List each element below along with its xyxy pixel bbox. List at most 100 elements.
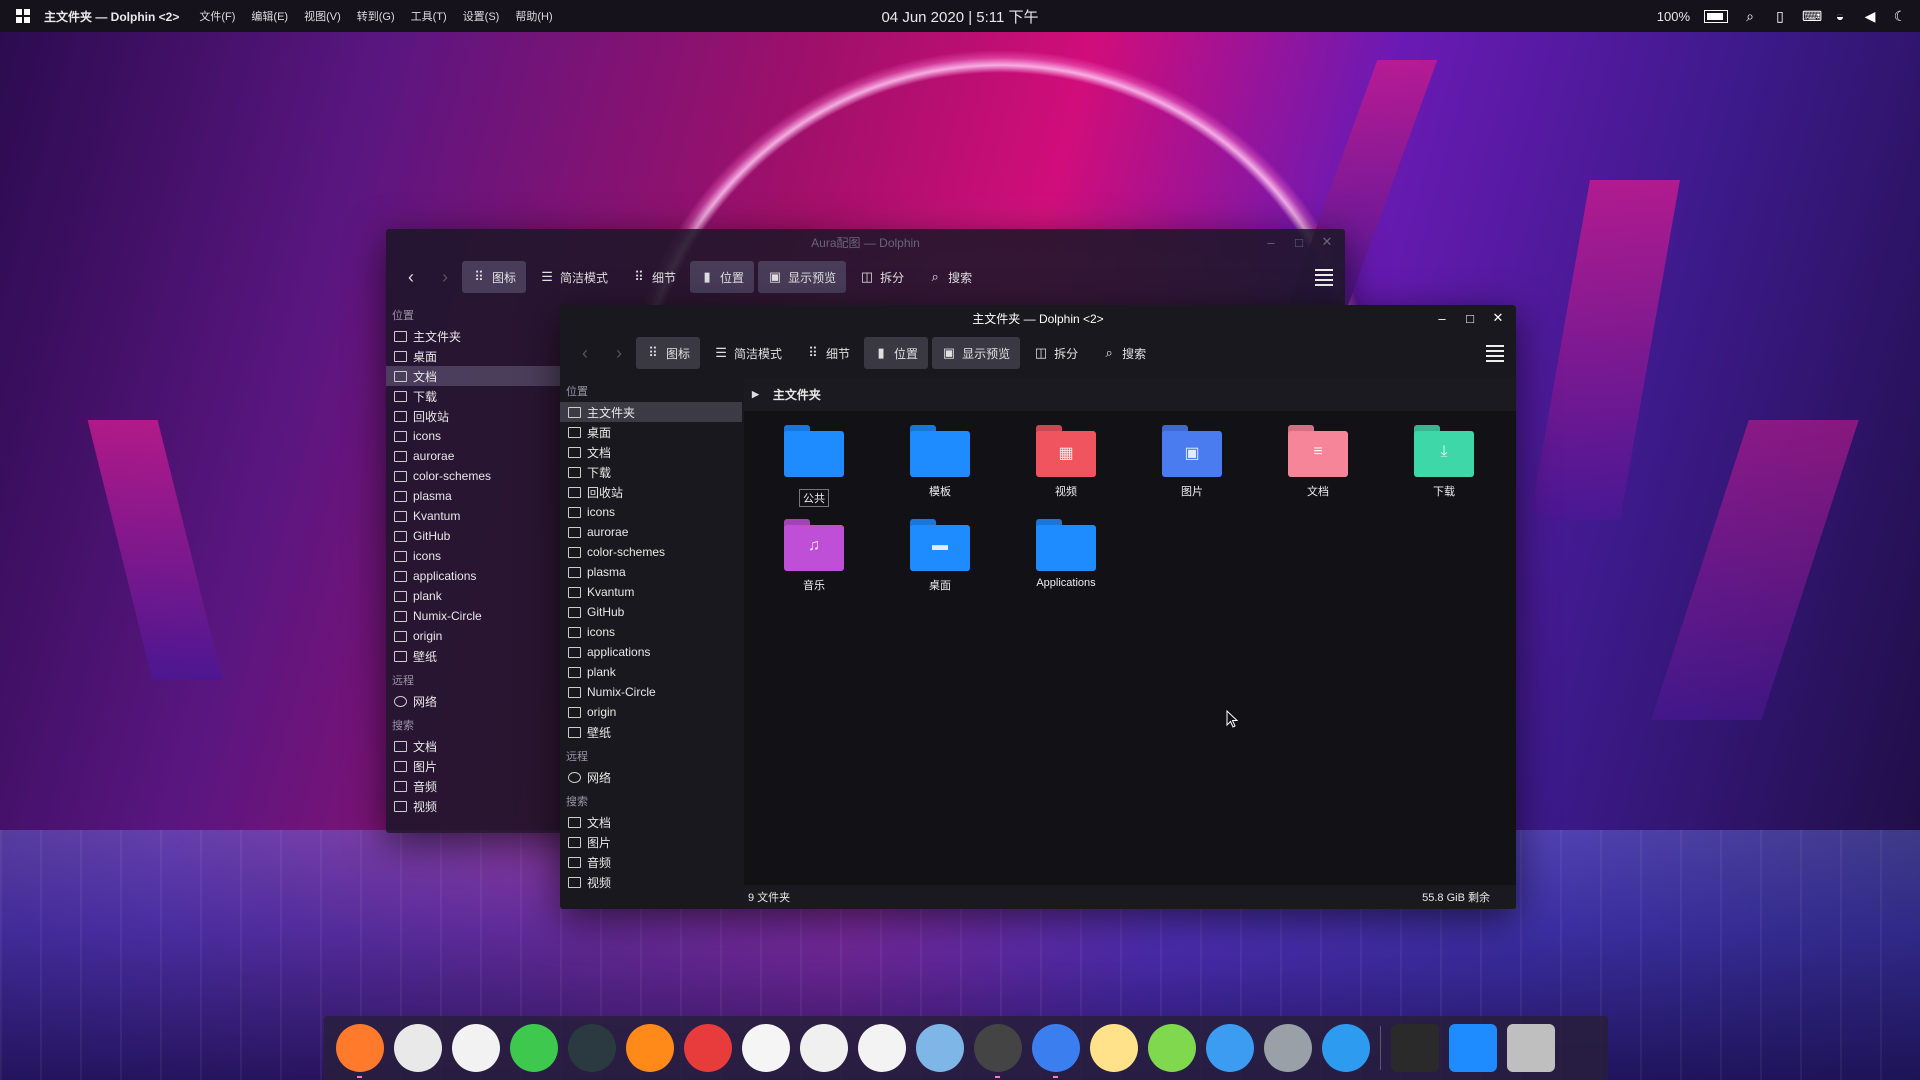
folder-item[interactable]: ♫ 音乐 bbox=[764, 519, 864, 593]
place-folder[interactable]: Kvantum bbox=[560, 582, 742, 602]
place-folder[interactable]: plank bbox=[386, 586, 566, 606]
minimize-icon[interactable]: – bbox=[1434, 311, 1450, 326]
dock-files-icon[interactable] bbox=[1449, 1024, 1497, 1072]
place-folder[interactable]: plasma bbox=[386, 486, 566, 506]
place-network[interactable]: 网络 bbox=[386, 691, 566, 711]
dock-finder-icon[interactable] bbox=[1032, 1024, 1080, 1078]
place-folder[interactable]: GitHub bbox=[560, 602, 742, 622]
dolphin-window-front[interactable]: 主文件夹 — Dolphin <2> – □ ✕ ‹ › ⠿ 图标 ☰ 简洁模式 ⠿… bbox=[560, 305, 1516, 909]
folder-item[interactable]: ⤓ 下载 bbox=[1394, 425, 1494, 499]
place-desktop[interactable]: 桌面 bbox=[560, 422, 742, 442]
dock-share-icon[interactable] bbox=[1206, 1024, 1254, 1072]
place-downloads[interactable]: 下载 bbox=[386, 386, 566, 406]
folder-item[interactable]: Applications bbox=[1016, 519, 1116, 589]
file-view[interactable]: ▶ 主文件夹 公共 模板 ▦ 视频 ▣ 图片 ≡ 文档 ⤓ 下载 ♫ 音乐 ▬ 桌面 Application… bbox=[744, 377, 1516, 885]
dock-safari-icon[interactable] bbox=[1322, 1024, 1370, 1072]
maximize-icon[interactable]: □ bbox=[1291, 235, 1307, 250]
place-folder[interactable]: 壁纸 bbox=[386, 646, 566, 666]
dock-launcher-icon[interactable] bbox=[1391, 1024, 1439, 1072]
app-launcher-icon[interactable] bbox=[16, 9, 30, 23]
preview-button[interactable]: ▣ 显示预览 bbox=[758, 261, 847, 293]
icons-view-button[interactable]: ⠿ 图标 bbox=[462, 261, 527, 293]
split-button[interactable]: ◫ 拆分 bbox=[850, 261, 914, 293]
place-folder[interactable]: applications bbox=[560, 642, 742, 662]
dock-github-icon[interactable] bbox=[452, 1024, 500, 1072]
folder-item[interactable]: ▣ 图片 bbox=[1142, 425, 1242, 499]
search-button[interactable]: ⌕ 搜索 bbox=[1092, 337, 1156, 369]
breadcrumb-arrow-icon[interactable]: ▶ bbox=[752, 389, 759, 400]
place-home[interactable]: 主文件夹 bbox=[386, 326, 566, 346]
place-folder[interactable]: Kvantum bbox=[386, 506, 566, 526]
dock-terminal-icon[interactable] bbox=[974, 1024, 1022, 1078]
back-button[interactable]: ‹ bbox=[568, 337, 602, 369]
forward-button[interactable]: › bbox=[602, 337, 636, 369]
volume-icon[interactable]: ◀ bbox=[1862, 8, 1878, 24]
dock-vlc-icon[interactable] bbox=[626, 1024, 674, 1072]
place-downloads[interactable]: 下载 bbox=[560, 462, 742, 482]
search-images[interactable]: 图片 bbox=[560, 832, 742, 852]
window-titlebar[interactable]: 主文件夹 — Dolphin <2> – □ ✕ bbox=[560, 305, 1516, 331]
menu-edit[interactable]: 编辑(E) bbox=[251, 8, 288, 24]
places-button[interactable]: ▮ 位置 bbox=[864, 337, 929, 369]
notifications-icon[interactable]: ☾ bbox=[1892, 8, 1908, 24]
places-button[interactable]: ▮ 位置 bbox=[690, 261, 755, 293]
place-folder[interactable]: icons bbox=[386, 426, 566, 446]
keyboard-icon[interactable]: ⌨ bbox=[1802, 8, 1822, 24]
breadcrumb[interactable]: ▶ 主文件夹 bbox=[744, 377, 1516, 411]
menu-go[interactable]: 转到(G) bbox=[357, 8, 395, 24]
place-trash[interactable]: 回收站 bbox=[386, 406, 566, 426]
search-video[interactable]: 视频 bbox=[560, 872, 742, 892]
battery-icon[interactable] bbox=[1704, 9, 1728, 23]
battery-percent[interactable]: 100% bbox=[1657, 9, 1690, 24]
dock-chrome-icon[interactable] bbox=[394, 1024, 442, 1072]
close-icon[interactable]: ✕ bbox=[1319, 234, 1335, 250]
dock-trash-icon[interactable] bbox=[1507, 1024, 1555, 1072]
folder-item[interactable]: ▬ 桌面 bbox=[890, 519, 990, 593]
place-home[interactable]: 主文件夹 bbox=[560, 402, 742, 422]
place-folder[interactable]: color-schemes bbox=[560, 542, 742, 562]
place-folder[interactable]: plasma bbox=[560, 562, 742, 582]
place-folder[interactable]: origin bbox=[560, 702, 742, 722]
search-icon[interactable]: ⌕ bbox=[1742, 8, 1758, 24]
maximize-icon[interactable]: □ bbox=[1462, 311, 1478, 326]
folder-item[interactable]: 公共 bbox=[764, 425, 864, 507]
place-documents[interactable]: 文档 bbox=[386, 366, 566, 386]
place-folder[interactable]: color-schemes bbox=[386, 466, 566, 486]
compact-view-button[interactable]: ☰ 简洁模式 bbox=[704, 337, 792, 369]
dock-inkscape-icon[interactable] bbox=[568, 1024, 616, 1072]
place-folder[interactable]: icons bbox=[386, 546, 566, 566]
search-images[interactable]: 图片 bbox=[386, 756, 566, 776]
search-documents[interactable]: 文档 bbox=[560, 812, 742, 832]
dock-notepad-icon[interactable] bbox=[1090, 1024, 1138, 1072]
details-view-button[interactable]: ⠿ 细节 bbox=[622, 261, 686, 293]
folder-item[interactable]: ▦ 视频 bbox=[1016, 425, 1116, 499]
place-folder[interactable]: 壁纸 bbox=[560, 722, 742, 742]
search-video[interactable]: 视频 bbox=[386, 796, 566, 816]
place-folder[interactable]: icons bbox=[560, 502, 742, 522]
dock-maps-icon[interactable] bbox=[1148, 1024, 1196, 1072]
place-folder[interactable]: Numix-Circle bbox=[560, 682, 742, 702]
dock-mail-icon[interactable] bbox=[742, 1024, 790, 1072]
dock-netease-music-icon[interactable] bbox=[684, 1024, 732, 1072]
forward-button[interactable]: › bbox=[428, 261, 462, 293]
menu-tools[interactable]: 工具(T) bbox=[411, 8, 447, 24]
dock-notes-icon[interactable] bbox=[858, 1024, 906, 1072]
dock-browser-icon[interactable] bbox=[916, 1024, 964, 1072]
dock-atom-icon[interactable] bbox=[510, 1024, 558, 1072]
place-folder[interactable]: applications bbox=[386, 566, 566, 586]
window-titlebar[interactable]: Aura配图 — Dolphin – □ ✕ bbox=[386, 229, 1345, 255]
place-folder[interactable]: aurorae bbox=[560, 522, 742, 542]
search-documents[interactable]: 文档 bbox=[386, 736, 566, 756]
menu-help[interactable]: 帮助(H) bbox=[515, 8, 552, 24]
compact-view-button[interactable]: ☰ 简洁模式 bbox=[530, 261, 618, 293]
place-network[interactable]: 网络 bbox=[560, 767, 742, 787]
back-button[interactable]: ‹ bbox=[394, 261, 428, 293]
place-folder[interactable]: origin bbox=[386, 626, 566, 646]
minimize-icon[interactable]: – bbox=[1263, 235, 1279, 250]
place-folder[interactable]: icons bbox=[560, 622, 742, 642]
folder-item[interactable]: 模板 bbox=[890, 425, 990, 499]
details-view-button[interactable]: ⠿ 细节 bbox=[796, 337, 860, 369]
menu-file[interactable]: 文件(F) bbox=[199, 8, 235, 24]
place-folder[interactable]: GitHub bbox=[386, 526, 566, 546]
place-folder[interactable]: aurorae bbox=[386, 446, 566, 466]
